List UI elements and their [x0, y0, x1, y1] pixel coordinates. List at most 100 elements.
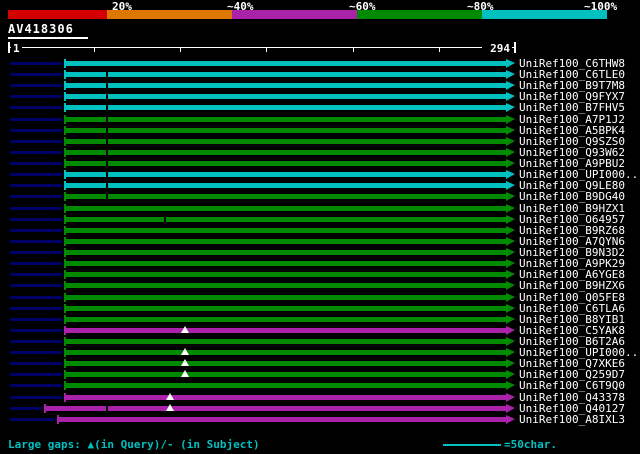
alignment-bar[interactable]: [64, 203, 506, 213]
alignment-bar[interactable]: [64, 70, 506, 80]
bar-start-cap: [64, 192, 66, 202]
subject-gap-mark: [106, 72, 108, 78]
query-gap-mark-icon: [181, 348, 189, 356]
bar-arrowhead-icon: [506, 236, 515, 246]
unaligned-region: [10, 128, 62, 132]
alignment-bar[interactable]: [64, 147, 506, 157]
hit-label[interactable]: UniRef100_Q43378: [519, 392, 625, 403]
alignment-bar[interactable]: [64, 81, 506, 91]
unaligned-region: [10, 150, 62, 154]
bar-start-cap: [64, 236, 66, 246]
ruler-tick: [266, 48, 267, 52]
bar-arrowhead-icon: [506, 159, 515, 169]
ruler-end-tick: [514, 42, 516, 53]
alignment-bar[interactable]: [64, 281, 506, 291]
hit-label[interactable]: UniRef100_B9DG40: [519, 191, 625, 202]
alignment-bar[interactable]: [64, 159, 506, 169]
unaligned-region: [10, 195, 62, 199]
alignment-bar[interactable]: [64, 136, 506, 146]
bar-start-cap: [64, 270, 66, 280]
bar-start-cap: [64, 170, 66, 180]
hit-label[interactable]: UniRef100_C6TLA6: [519, 303, 625, 314]
alignment-bar[interactable]: [64, 114, 506, 124]
alignment-bar[interactable]: [64, 92, 506, 102]
unaligned-region: [10, 262, 62, 266]
alignment-bar[interactable]: [44, 403, 506, 413]
bar-arrowhead-icon: [506, 136, 515, 146]
hit-label[interactable]: UniRef100_B7FHV5: [519, 102, 625, 113]
ruler-tick: [94, 48, 95, 52]
hit-label[interactable]: UniRef100_A7P1J2: [519, 114, 625, 125]
hit-label[interactable]: UniRef100_Q05FE8: [519, 292, 625, 303]
alignment-bar[interactable]: [64, 170, 506, 180]
bar-start-cap: [64, 281, 66, 291]
bar-start-cap: [64, 225, 66, 235]
bar-start-cap: [57, 414, 59, 424]
scale-segment-80: [357, 10, 482, 19]
alignment-bar[interactable]: [64, 214, 506, 224]
bar-arrowhead-icon: [506, 59, 515, 68]
bar-start-cap: [64, 147, 66, 157]
alignment-row: UniRef100_Q43378: [0, 392, 640, 403]
bar-arrowhead-icon: [506, 225, 515, 235]
unaligned-region: [10, 295, 62, 299]
alignment-bar[interactable]: [64, 348, 506, 358]
scale-segment-100: [482, 10, 607, 19]
bar-arrowhead-icon: [506, 325, 515, 335]
bar-start-cap: [64, 259, 66, 269]
ruler-end-number: 294: [482, 42, 512, 55]
bar-arrowhead-icon: [506, 170, 515, 180]
alignment-bar[interactable]: [64, 259, 506, 269]
unaligned-region: [10, 351, 62, 355]
bar-arrowhead-icon: [506, 181, 515, 191]
unaligned-region: [10, 306, 62, 310]
bar-start-cap: [64, 159, 66, 169]
query-bar: [8, 37, 88, 39]
alignment-row: UniRef100_C6T9Q0: [0, 380, 640, 391]
hit-label[interactable]: UniRef100_B9HZX6: [519, 280, 625, 291]
unaligned-region: [10, 206, 62, 210]
alignment-bar[interactable]: [64, 192, 506, 202]
alignment-bar[interactable]: [64, 359, 506, 369]
gaps-legend: Large gaps: ▲(in Query)/- (in Subject): [8, 438, 260, 451]
subject-gap-mark: [106, 138, 108, 144]
alignment-row: UniRef100_A8IXL3: [0, 414, 640, 425]
bar-arrowhead-icon: [506, 303, 515, 313]
bar-arrowhead-icon: [506, 337, 515, 346]
bar-arrowhead-icon: [506, 370, 515, 380]
alignment-bar[interactable]: [64, 381, 506, 391]
unaligned-region: [10, 373, 62, 377]
alignment-bar[interactable]: [64, 270, 506, 280]
alignment-bar[interactable]: [64, 292, 506, 302]
alignment-bar[interactable]: [64, 248, 506, 258]
query-gap-mark-icon: [181, 370, 189, 378]
alignment-bar[interactable]: [64, 303, 506, 313]
alignment-bar[interactable]: [64, 370, 506, 380]
hit-label[interactable]: UniRef100_A8IXL3: [519, 414, 625, 425]
alignment-bar[interactable]: [64, 325, 506, 335]
bar-start-cap: [64, 370, 66, 380]
bar-arrowhead-icon: [506, 92, 515, 102]
hit-label[interactable]: UniRef100_B9HZX1: [519, 203, 625, 214]
alignment-bar[interactable]: [64, 337, 506, 346]
unaligned-region: [10, 362, 62, 366]
alignment-bar[interactable]: [64, 59, 506, 68]
bar-start-cap: [64, 92, 66, 102]
bar-arrowhead-icon: [506, 314, 515, 324]
unaligned-region: [10, 95, 62, 99]
alignment-bar[interactable]: [57, 414, 506, 424]
alignment-bar[interactable]: [64, 225, 506, 235]
alignment-bar[interactable]: [64, 103, 506, 113]
bar-start-cap: [64, 292, 66, 302]
alignment-bar[interactable]: [64, 125, 506, 135]
subject-gap-mark: [164, 216, 166, 222]
identity-scale-bar: [8, 10, 608, 19]
alignment-bar[interactable]: [64, 314, 506, 324]
unaligned-region: [10, 340, 62, 343]
alignment-bar[interactable]: [64, 236, 506, 246]
alignment-bar[interactable]: [64, 392, 506, 402]
hit-label[interactable]: UniRef100_C6T9Q0: [519, 380, 625, 391]
unaligned-region: [10, 106, 62, 110]
unaligned-region: [10, 173, 62, 177]
alignment-bar[interactable]: [64, 181, 506, 191]
